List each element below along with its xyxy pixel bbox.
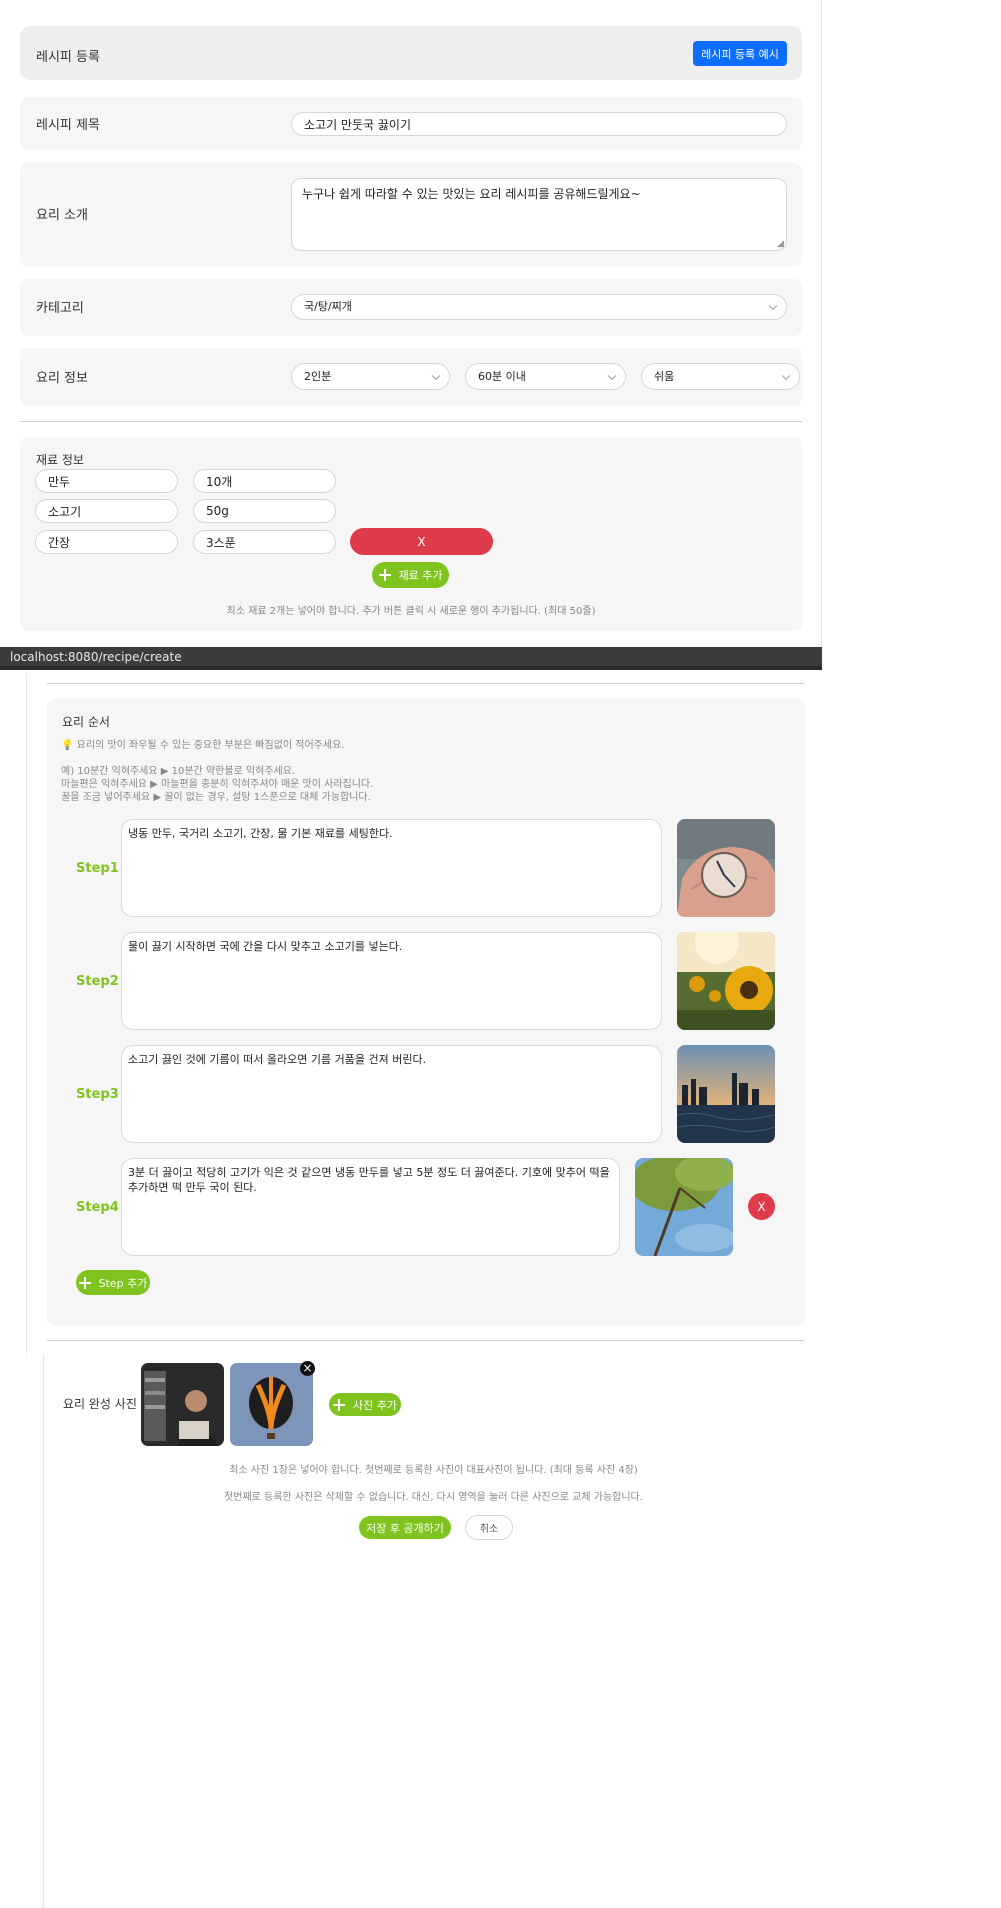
chevron-down-icon	[431, 371, 441, 380]
servings-value: 2인분	[304, 370, 332, 383]
finished-photo[interactable]	[230, 1363, 313, 1446]
add-step-button[interactable]: Step 추가	[76, 1270, 150, 1295]
clock-on-palm-image	[677, 819, 775, 917]
sunflowers-image	[677, 932, 775, 1030]
ingredient-amount-input[interactable]: 10개	[193, 469, 336, 493]
tip-line: 💡 요리의 맛이 좌우될 수 있는 중요한 부분은 빠짐없이 적어주세요.	[61, 739, 373, 752]
steps-label: 요리 순서	[62, 715, 110, 729]
servings-select[interactable]: 2인분	[291, 363, 450, 390]
intro-label: 요리 소개	[36, 208, 88, 223]
step-textarea[interactable]: 냉동 만두, 국거리 소고기, 간장, 물 기본 재료를 세팅한다.	[121, 819, 662, 917]
intro-text: 누구나 쉽게 따라할 수 있는 맛있는 요리 레시피를 공유해드릴게요~	[302, 187, 641, 201]
add-photo-label: 사진 추가	[353, 1398, 397, 1412]
step-photo[interactable]	[677, 819, 775, 917]
step-photo[interactable]	[635, 1158, 733, 1256]
step-label: Step3	[76, 1087, 119, 1102]
ingredient-name-input[interactable]: 만두	[35, 469, 178, 493]
add-ingredient-button[interactable]: 재료 추가	[372, 562, 449, 588]
step-textarea[interactable]: 3분 더 끓이고 적당히 고기가 익은 것 같으면 냉동 만두를 넣고 5분 정…	[121, 1158, 620, 1256]
step-label: Step2	[76, 974, 119, 989]
category-label: 카테고리	[36, 301, 84, 316]
ingredients-note: 최소 재료 2개는 넣어야 합니다. 추가 버튼 클릭 시 새로운 행이 추가됩…	[226, 606, 596, 617]
ingredient-name-input[interactable]: 소고기	[35, 499, 178, 523]
step-photo[interactable]	[677, 1045, 775, 1143]
top-screen: 레시피 등록 레시피 등록 예시 레시피 제목 소고기 만둣국 끓이기 요리 소…	[0, 0, 822, 648]
title-input[interactable]: 소고기 만둣국 끓이기	[291, 112, 787, 136]
remove-ingredient-button[interactable]: X	[350, 528, 493, 555]
difficulty-select[interactable]: 쉬움	[641, 363, 800, 390]
cancel-button[interactable]: 취소	[465, 1515, 513, 1540]
remove-step-button[interactable]: X	[748, 1193, 775, 1220]
ingredients-panel: 재료 정보 만두 10개 소고기 50g 간장 3스푼 X 재료 추가 최소 재…	[20, 437, 802, 631]
hot-air-balloon-image	[230, 1363, 313, 1446]
ingredient-name-input[interactable]: 간장	[35, 530, 178, 554]
title-label: 레시피 제목	[36, 118, 100, 133]
divider	[47, 683, 805, 684]
header-panel: 레시피 등록 레시피 등록 예시	[20, 26, 802, 80]
person-with-books-image	[141, 1363, 224, 1446]
add-ingredient-label: 재료 추가	[398, 569, 443, 582]
ingredients-label: 재료 정보	[36, 453, 84, 467]
divider	[20, 421, 802, 422]
plus-icon	[333, 1398, 345, 1411]
intro-textarea[interactable]: 누구나 쉽게 따라할 수 있는 맛있는 요리 레시피를 공유해드릴게요~ ◢	[291, 178, 787, 251]
page-title: 레시피 등록	[36, 50, 100, 65]
photos-note-1: 최소 사진 1장은 넣어야 합니다. 첫번째로 등록한 사진이 대표사진이 됩니…	[229, 1465, 638, 1476]
intro-panel: 요리 소개 누구나 쉽게 따라할 수 있는 맛있는 요리 레시피를 공유해드릴게…	[20, 163, 802, 266]
divider	[47, 1340, 805, 1341]
tip-line: 예) 10분간 익혀주세요 ▶ 10분간 약한불로 익혀주세요.	[61, 766, 296, 777]
chevron-down-icon	[768, 301, 778, 311]
close-icon[interactable]: ×	[300, 1361, 315, 1376]
step-photo[interactable]	[677, 932, 775, 1030]
save-publish-button[interactable]: 저장 후 공개하기	[359, 1516, 451, 1539]
step-label: Step4	[76, 1200, 119, 1215]
example-button[interactable]: 레시피 등록 예시	[693, 41, 787, 66]
category-panel: 카테고리 국/탕/찌개	[20, 279, 802, 336]
category-value: 국/탕/찌개	[304, 300, 352, 313]
tip-text: 요리의 맛이 좌우될 수 있는 중요한 부분은 빠짐없이 적어주세요.	[76, 740, 345, 751]
resize-handle-icon[interactable]: ◢	[777, 239, 784, 249]
finished-photo[interactable]	[141, 1363, 224, 1446]
add-photo-button[interactable]: 사진 추가	[329, 1393, 401, 1416]
add-step-label: Step 추가	[98, 1276, 148, 1290]
tip-block: 💡 요리의 맛이 좌우될 수 있는 중요한 부분은 빠짐없이 적어주세요. 예)…	[61, 739, 373, 804]
city-skyline-water-image	[677, 1045, 775, 1143]
chevron-down-icon	[781, 371, 791, 380]
info-label: 요리 정보	[36, 371, 88, 386]
info-panel: 요리 정보 2인분 60분 이내 쉬움	[20, 348, 802, 406]
time-select[interactable]: 60분 이내	[465, 363, 626, 390]
lightbulb-icon: 💡	[61, 740, 74, 751]
status-url: localhost:8080/recipe/create	[10, 650, 182, 664]
step-textarea[interactable]: 물이 끓기 시작하면 국에 간을 다시 맞추고 소고기를 넣는다.	[121, 932, 662, 1030]
step-label: Step1	[76, 861, 119, 876]
tip-line: 마늘편은 익혀주세요 ▶ 마늘편을 충분히 익혀주셔야 매운 맛이 사라집니다.	[61, 779, 374, 790]
title-panel: 레시피 제목 소고기 만둣국 끓이기	[20, 97, 802, 150]
status-bar: localhost:8080/recipe/create	[0, 647, 822, 670]
tip-line: 꿀을 조금 넣어주세요 ▶ 꿀이 없는 경우, 설탕 1스푼으로 대체 가능합니…	[61, 792, 371, 803]
ingredient-amount-input[interactable]: 50g	[193, 499, 336, 523]
photos-note-2: 첫번째로 등록한 사진은 삭제할 수 없습니다. 대신, 다시 영역을 눌러 다…	[224, 1492, 643, 1503]
steps-panel: 요리 순서 💡 요리의 맛이 좌우될 수 있는 중요한 부분은 빠짐없이 적어주…	[47, 699, 805, 1326]
step-textarea[interactable]: 소고기 끓인 것에 기름이 떠서 올라오면 기름 거품을 건져 버린다.	[121, 1045, 662, 1143]
plus-icon	[78, 1276, 91, 1289]
middle-screen: 요리 순서 💡 요리의 맛이 좌우될 수 있는 중요한 부분은 빠짐없이 적어주…	[26, 674, 822, 1354]
plus-icon	[378, 569, 391, 581]
bottom-screen: 요리 완성 사진 × 사진 추가 최소 사진 1장은 넣어야 합니다. 첫번째로…	[43, 1354, 822, 1908]
category-select[interactable]: 국/탕/찌개	[291, 294, 787, 320]
tree-sky-image	[635, 1158, 733, 1256]
time-value: 60분 이내	[478, 370, 526, 383]
ingredient-amount-input[interactable]: 3스푼	[193, 530, 336, 554]
difficulty-value: 쉬움	[654, 370, 675, 383]
chevron-down-icon	[607, 371, 617, 380]
photos-label: 요리 완성 사진	[63, 1397, 137, 1411]
